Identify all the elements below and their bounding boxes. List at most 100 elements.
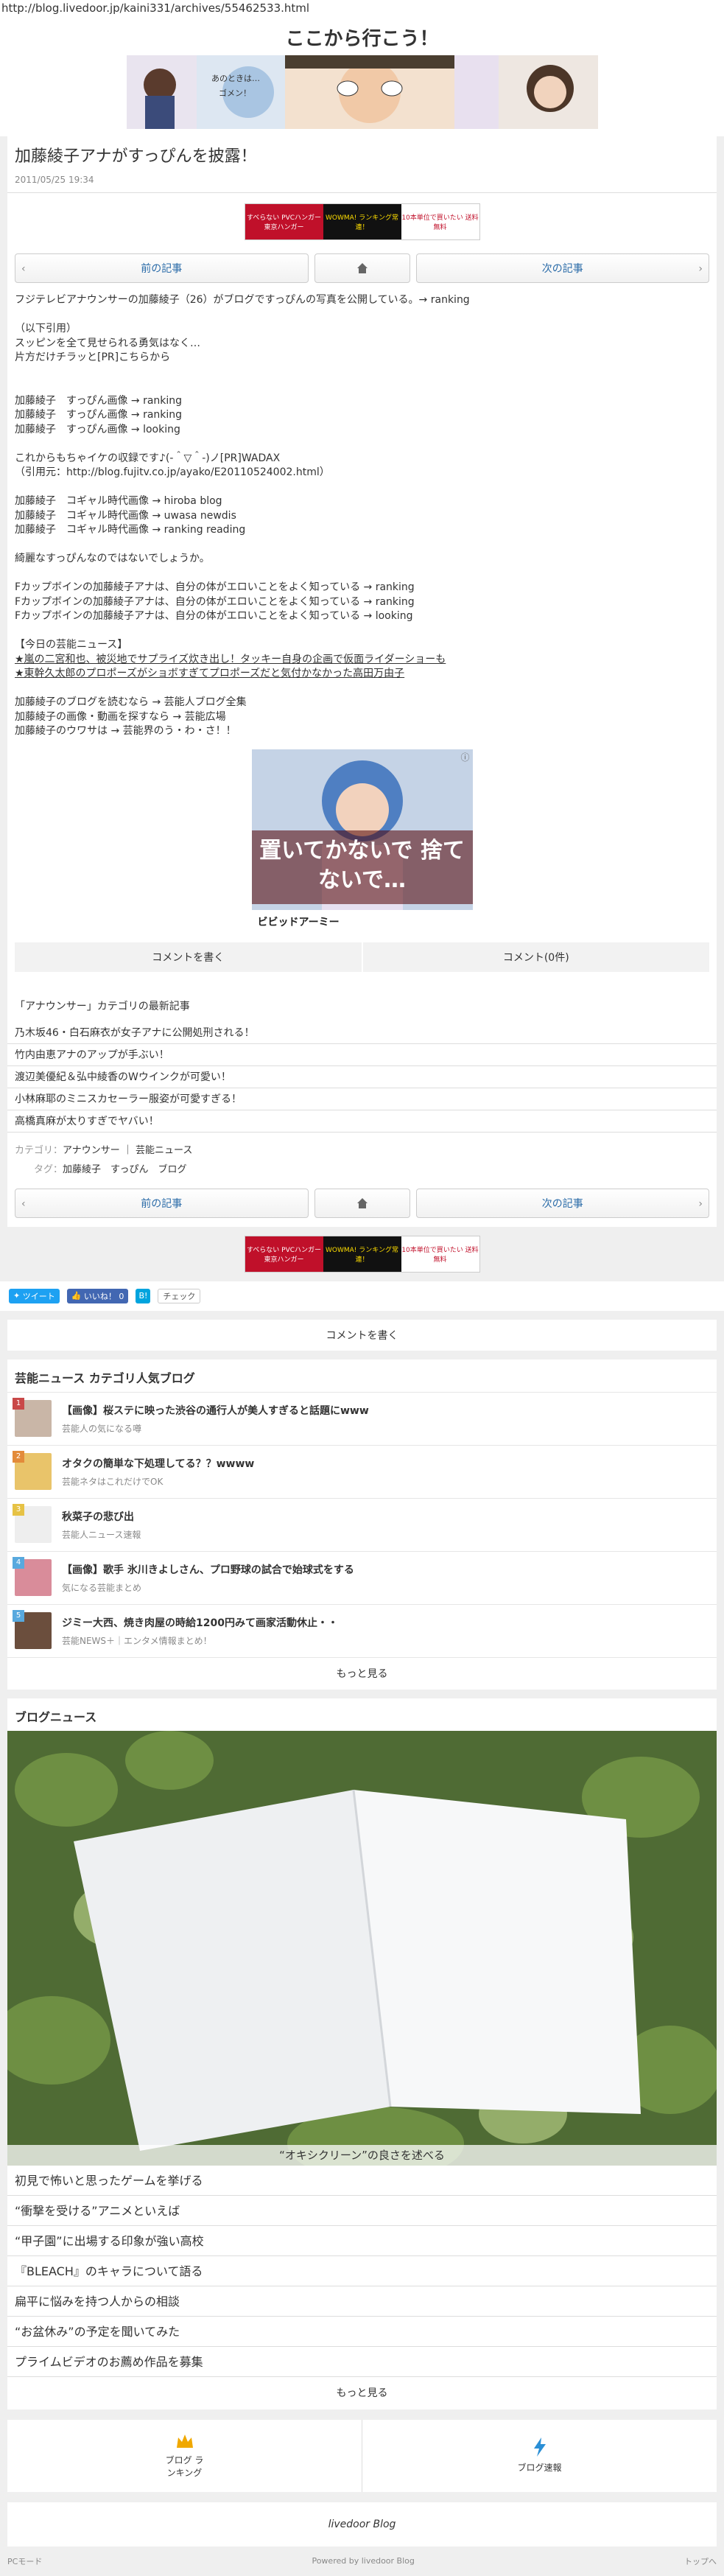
category-item[interactable]: 渡辺美優紀＆弘中綾香のWウインクが可愛い！	[7, 1066, 717, 1088]
category-item[interactable]: 乃木坂46・白石麻衣が女子アナに公開処刑される！	[7, 1022, 717, 1044]
article-date: 2011/05/25 19:34	[15, 175, 94, 185]
ranking-item-title: オタクの簡単な下処理してる？？wwww	[62, 1457, 255, 1470]
category-item[interactable]: 竹内由恵アナのアップが手ぶい！	[7, 1044, 717, 1066]
article-meta: カテゴリ：アナウンサー ｜ 芸能ニュース タグ：加藤綾子 すっぴん ブログ	[7, 1133, 717, 1184]
social-share-bar: ✦ ツイート 👍 いいね！ 0 B! チェック	[0, 1281, 724, 1311]
tweet-label: ツイート	[22, 1291, 55, 1301]
body-line	[15, 308, 709, 323]
article-card: 加藤綾子アナがすっぴんを披露！ 2011/05/25 19:34 すべらない P…	[7, 136, 717, 1227]
ranking-item-title: 【画像】歌手 氷川きよしさん、プロ野球の試合で始球式をする	[62, 1564, 354, 1576]
blog-news-title: ブログニュース	[15, 1709, 97, 1724]
body-line	[15, 682, 709, 696]
body-line	[15, 567, 709, 581]
ranking-title: 芸能ニュース カテゴリ人気ブログ	[15, 1371, 195, 1385]
body-line: 加藤綾子のウワサは → 芸能界のう・わ・さ！！	[15, 725, 236, 737]
body-line: 加藤綾子 コギャル時代画像 → uwasa newdis	[15, 509, 236, 522]
home-button[interactable]	[314, 253, 410, 283]
tweet-button[interactable]: ✦ ツイート	[9, 1288, 60, 1303]
ad-panel-1: すべらない PVCハンガー 東京ハンガー	[245, 1236, 323, 1272]
rank-badge: 3	[13, 1504, 24, 1516]
mixi-check-button[interactable]: チェック	[158, 1288, 201, 1303]
news-more-button[interactable]: もっと見る	[7, 2377, 717, 2409]
ranking-item[interactable]: 3 秋菜子の悲び出 芸能人ニュース速報	[7, 1497, 717, 1551]
news-item[interactable]: 扁平に悩みを持つ人からの相談	[7, 2286, 717, 2317]
blog-news-flash-label: ブログ速報	[517, 2463, 562, 2473]
news-item[interactable]: 『BLEACH』のキャラについて語る	[7, 2256, 717, 2286]
chevron-left-icon: ‹	[21, 1197, 26, 1210]
header-manga-banner: あのときは… ゴメン！	[126, 55, 598, 129]
body-line: Fカップボインの加藤綾子アナは、自分の体がエロいことをよく知っている → ran…	[15, 595, 415, 608]
thumbs-up-icon: 👍	[71, 1291, 84, 1301]
livedoor-blog-logo[interactable]: livedoor Blog	[7, 2502, 717, 2547]
blog-ranking-button[interactable]: ブログ ランキング	[7, 2419, 362, 2492]
site-title[interactable]: ここから行こう！	[0, 16, 724, 55]
ad-panel-2: WOWMA! ランキング常連！	[323, 1236, 401, 1272]
body-line	[15, 480, 709, 495]
ranking-item[interactable]: 4 【画像】歌手 氷川きよしさん、プロ野球の試合で始球式をする 気になる芸能まとめ	[7, 1550, 717, 1604]
body-line: 加藤綾子 すっぴん画像 → ranking	[15, 394, 183, 407]
svg-text:ゴメン！: ゴメン！	[219, 88, 251, 98]
tag-links[interactable]: 加藤綾子 すっぴん ブログ	[63, 1164, 186, 1175]
news-link[interactable]: ★東幹久太郎のプロポーズがショボすぎてプロポーズだと気付かなかった高田万由子	[15, 667, 709, 682]
body-line: 綺麗なすっぴんなのではないでしょうか。	[15, 553, 210, 564]
body-line	[15, 365, 709, 380]
chevron-right-icon: ›	[698, 263, 703, 275]
facebook-like-button[interactable]: 👍 いいね！ 0	[66, 1288, 129, 1303]
comment-count-button[interactable]: コメント(0件)	[362, 942, 709, 972]
top-ad-banner[interactable]: すべらない PVCハンガー 東京ハンガー WOWMA! ランキング常連！ 10本…	[7, 193, 717, 249]
pc-mode-link[interactable]: PCモード	[7, 2555, 42, 2567]
body-line	[15, 379, 709, 394]
magazine-ad[interactable]: 置いてかないで 捨てないで… ビビッドアーミー ⓘ	[7, 739, 717, 942]
ranking-item-title: 【画像】桜ステに映った渋谷の通行人が美人すぎると話題にwww	[62, 1404, 369, 1417]
article-pager-bottom: ‹ 前の記事 次の記事 ›	[7, 1184, 717, 1227]
next-article-label: 次の記事	[541, 263, 583, 275]
body-line: （引用元：http://blog.fujitv.co.jp/ayako/E201…	[15, 466, 330, 478]
category-links[interactable]: アナウンサー ｜ 芸能ニュース	[63, 1145, 192, 1156]
news-item[interactable]: プライムビデオのお薦め作品を募集	[7, 2347, 717, 2377]
category-item[interactable]: 高橋真麻が太りすぎでヤバい！	[7, 1110, 717, 1133]
blog-news-hero[interactable]: “オキシクリーン”の良さを述べる	[7, 1730, 717, 2166]
category-meta-label: カテゴリ：	[15, 1144, 63, 1156]
next-article-button[interactable]: 次の記事 ›	[415, 1188, 709, 1218]
home-icon	[356, 263, 368, 273]
ranking-thumbnail: 3	[13, 1504, 52, 1543]
ranking-item[interactable]: 5 ジミー大西、焼き肉屋の時給1200円みて画家活動休止・・ 芸能NEWS＋｜エン…	[7, 1603, 717, 1657]
blog-news-flash-button[interactable]: ブログ速報	[362, 2420, 717, 2492]
prev-article-button[interactable]: ‹ 前の記事	[15, 253, 309, 283]
comment-bar[interactable]: コメントを書く	[7, 1319, 717, 1351]
rank-badge: 2	[13, 1451, 24, 1463]
page-footer: PCモード Powered by livedoor Blog トップへ	[0, 2547, 724, 2576]
powered-by: Powered by livedoor Blog	[312, 2556, 415, 2566]
hero-image	[7, 1730, 717, 2166]
comment-buttons: コメントを書く コメント(0件)	[7, 942, 717, 972]
category-item[interactable]: 小林麻耶のミニスカセーラー服姿が可愛すぎる！	[7, 1088, 717, 1110]
write-comment-button[interactable]: コメントを書く	[15, 942, 362, 972]
chevron-left-icon: ‹	[21, 263, 26, 275]
site-header: ここから行こう！ あのときは… ゴメン！	[0, 16, 724, 136]
news-item[interactable]: 初見で怖いと思ったゲームを挙げる	[7, 2166, 717, 2196]
news-item[interactable]: “衝撃を受ける”アニメといえば	[7, 2196, 717, 2226]
ranking-item[interactable]: 1 【画像】桜ステに映った渋谷の通行人が美人すぎると話題にwww 芸能人の気になる…	[7, 1391, 717, 1445]
back-to-top-link[interactable]: トップへ	[684, 2555, 717, 2567]
ranking-item-blog: 芸能人の気になる噂	[62, 1423, 142, 1434]
hatena-button[interactable]: B!	[136, 1288, 151, 1303]
news-item[interactable]: “お盆休み”の予定を聞いてみた	[7, 2317, 717, 2347]
prev-article-button[interactable]: ‹ 前の記事	[15, 1188, 309, 1218]
ranking-more-button[interactable]: もっと見る	[7, 1656, 717, 1690]
body-line	[15, 624, 709, 639]
blog-ranking-label: ブログ ランキング	[165, 2454, 204, 2478]
news-item[interactable]: “甲子園”に出場する印象が強い高校	[7, 2226, 717, 2256]
blog-news-list: 初見で怖いと思ったゲームを挙げる “衝撃を受ける”アニメといえば “甲子園”に出…	[7, 2166, 717, 2377]
body-line: 加藤綾子 コギャル時代画像 → ranking reading	[15, 524, 246, 536]
home-icon	[356, 1197, 368, 1208]
bottom-ad-banner[interactable]: すべらない PVCハンガー 東京ハンガー WOWMA! ランキング常連！ 10本…	[0, 1227, 724, 1281]
home-button[interactable]	[314, 1188, 410, 1218]
body-line: フジテレビアナウンサーの加藤綾子（26）がブログですっぴんの写真を公開している。…	[15, 294, 470, 306]
category-heading: 「アナウンサー」カテゴリの最新記事	[15, 1000, 190, 1012]
ad-info-icon[interactable]: ⓘ	[460, 751, 469, 763]
next-article-button[interactable]: 次の記事 ›	[415, 253, 709, 283]
ranking-item-title: ジミー大西、焼き肉屋の時給1200円みて画家活動休止・・	[62, 1617, 338, 1629]
news-link[interactable]: ★嵐の二宮和也、被災地でサプライズ炊き出し！タッキー自身の企画で仮面ライダーショ…	[15, 653, 709, 668]
lightning-icon	[533, 2437, 546, 2457]
ranking-item[interactable]: 2 オタクの簡単な下処理してる？？wwww 芸能ネタはこれだけでOK	[7, 1444, 717, 1498]
